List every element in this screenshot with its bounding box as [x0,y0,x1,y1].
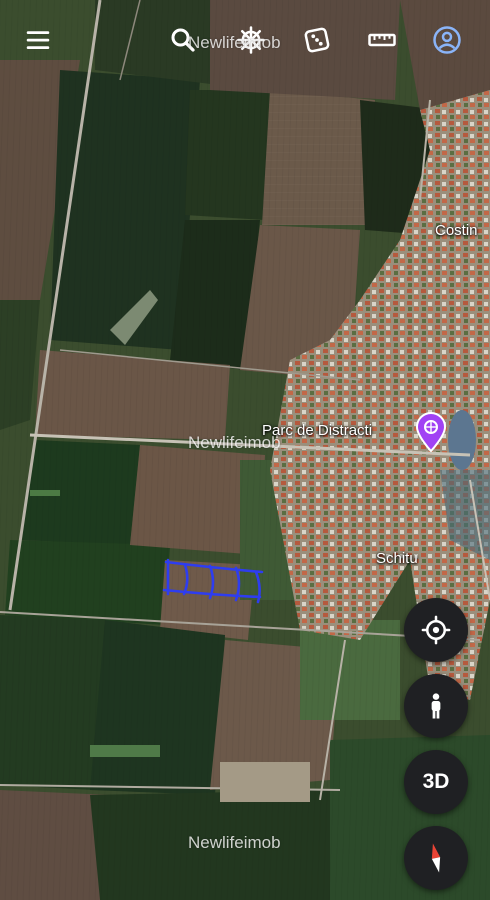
toggle-3d-button[interactable]: 3D [404,750,468,814]
watermark-text: Newlifeimob [188,833,281,852]
my-location-icon [421,615,451,645]
menu-button[interactable] [18,20,58,60]
my-location-button[interactable] [404,598,468,662]
amusement-park-pin-icon[interactable] [414,412,448,452]
street-view-person-icon [431,693,441,719]
measure-button[interactable] [362,20,402,60]
compass-button[interactable] [404,826,468,890]
place-label-village[interactable]: Schitu [376,550,418,567]
dice-icon [304,27,330,53]
ruler-icon [368,33,396,47]
watermark-text: Newlifeimob [188,33,281,52]
street-view-button[interactable] [404,674,468,738]
place-label-town[interactable]: Costin [435,222,478,239]
hamburger-menu-icon [26,31,50,49]
feeling-lucky-button[interactable] [297,20,337,60]
compass-icon [431,843,441,873]
place-label-park[interactable]: Parc de Distracti [262,422,372,439]
account-circle-icon [433,26,461,54]
account-button[interactable] [427,20,467,60]
